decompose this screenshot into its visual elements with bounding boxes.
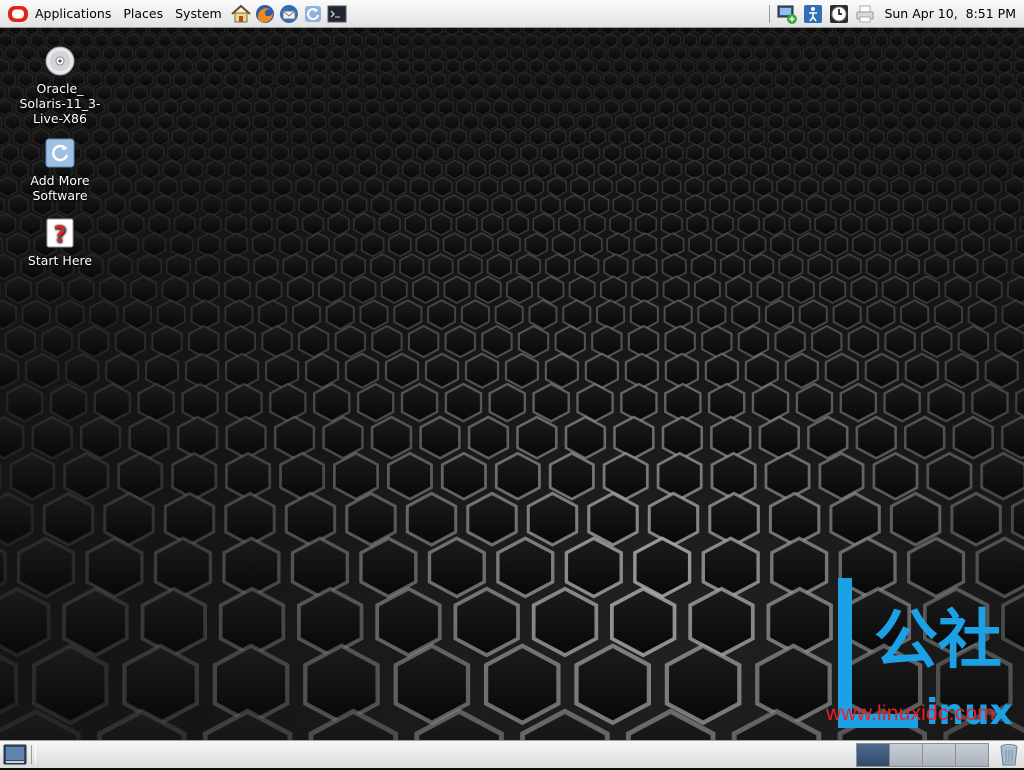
clock[interactable]: Sun Apr 10, 8:51 PM <box>884 6 1016 21</box>
update-icon[interactable] <box>302 3 324 25</box>
desktop-icon-label: Oracle_ Solaris-11_3- Live-X86 <box>5 81 115 126</box>
home-folder-icon[interactable] <box>230 3 252 25</box>
workspace-1[interactable] <box>856 743 890 767</box>
desktop[interactable]: Oracle_ Solaris-11_3- Live-X86 Add More … <box>0 28 1024 740</box>
workspace-switcher <box>857 743 989 767</box>
desktop-icon-start-here[interactable]: ? Start Here <box>5 217 115 268</box>
accessibility-icon[interactable] <box>802 3 824 25</box>
watermark-url: www.linuxidc.com <box>826 702 995 726</box>
workspace-4[interactable] <box>955 743 989 767</box>
svg-text:?: ? <box>54 223 67 248</box>
desktop-icon-label: Start Here <box>5 253 115 268</box>
desktop-icon-oracle-solaris[interactable]: Oracle_ Solaris-11_3- Live-X86 <box>5 45 115 126</box>
time-slider-icon[interactable] <box>828 3 850 25</box>
firefox-icon[interactable] <box>254 3 276 25</box>
package-manager-icon <box>44 137 76 169</box>
help-icon: ? <box>44 217 76 249</box>
tray-separator <box>769 5 770 23</box>
network-manager-icon[interactable] <box>776 3 798 25</box>
menu-places[interactable]: Places <box>117 0 169 28</box>
desktop-icon-add-more-software[interactable]: Add More Software <box>5 137 115 203</box>
workspace-2[interactable] <box>889 743 923 767</box>
panel-drag-handle[interactable] <box>31 745 36 764</box>
oracle-logo-icon[interactable] <box>7 4 29 24</box>
bottom-panel <box>0 740 1024 768</box>
show-desktop-icon[interactable] <box>3 744 27 765</box>
terminal-icon[interactable] <box>326 3 348 25</box>
dvd-icon <box>44 45 76 77</box>
trash-icon[interactable] <box>998 743 1020 767</box>
printer-icon[interactable] <box>854 3 876 25</box>
thunderbird-icon[interactable] <box>278 3 300 25</box>
top-panel: Applications Places System <box>0 0 1024 28</box>
menu-system[interactable]: System <box>169 0 228 28</box>
watermark-chars: 公社 <box>874 604 1002 678</box>
system-tray: Sun Apr 10, 8:51 PM <box>765 0 1024 28</box>
menu-applications[interactable]: Applications <box>29 0 117 28</box>
desktop-icon-label: Add More Software <box>5 173 115 203</box>
workspace-3[interactable] <box>922 743 956 767</box>
